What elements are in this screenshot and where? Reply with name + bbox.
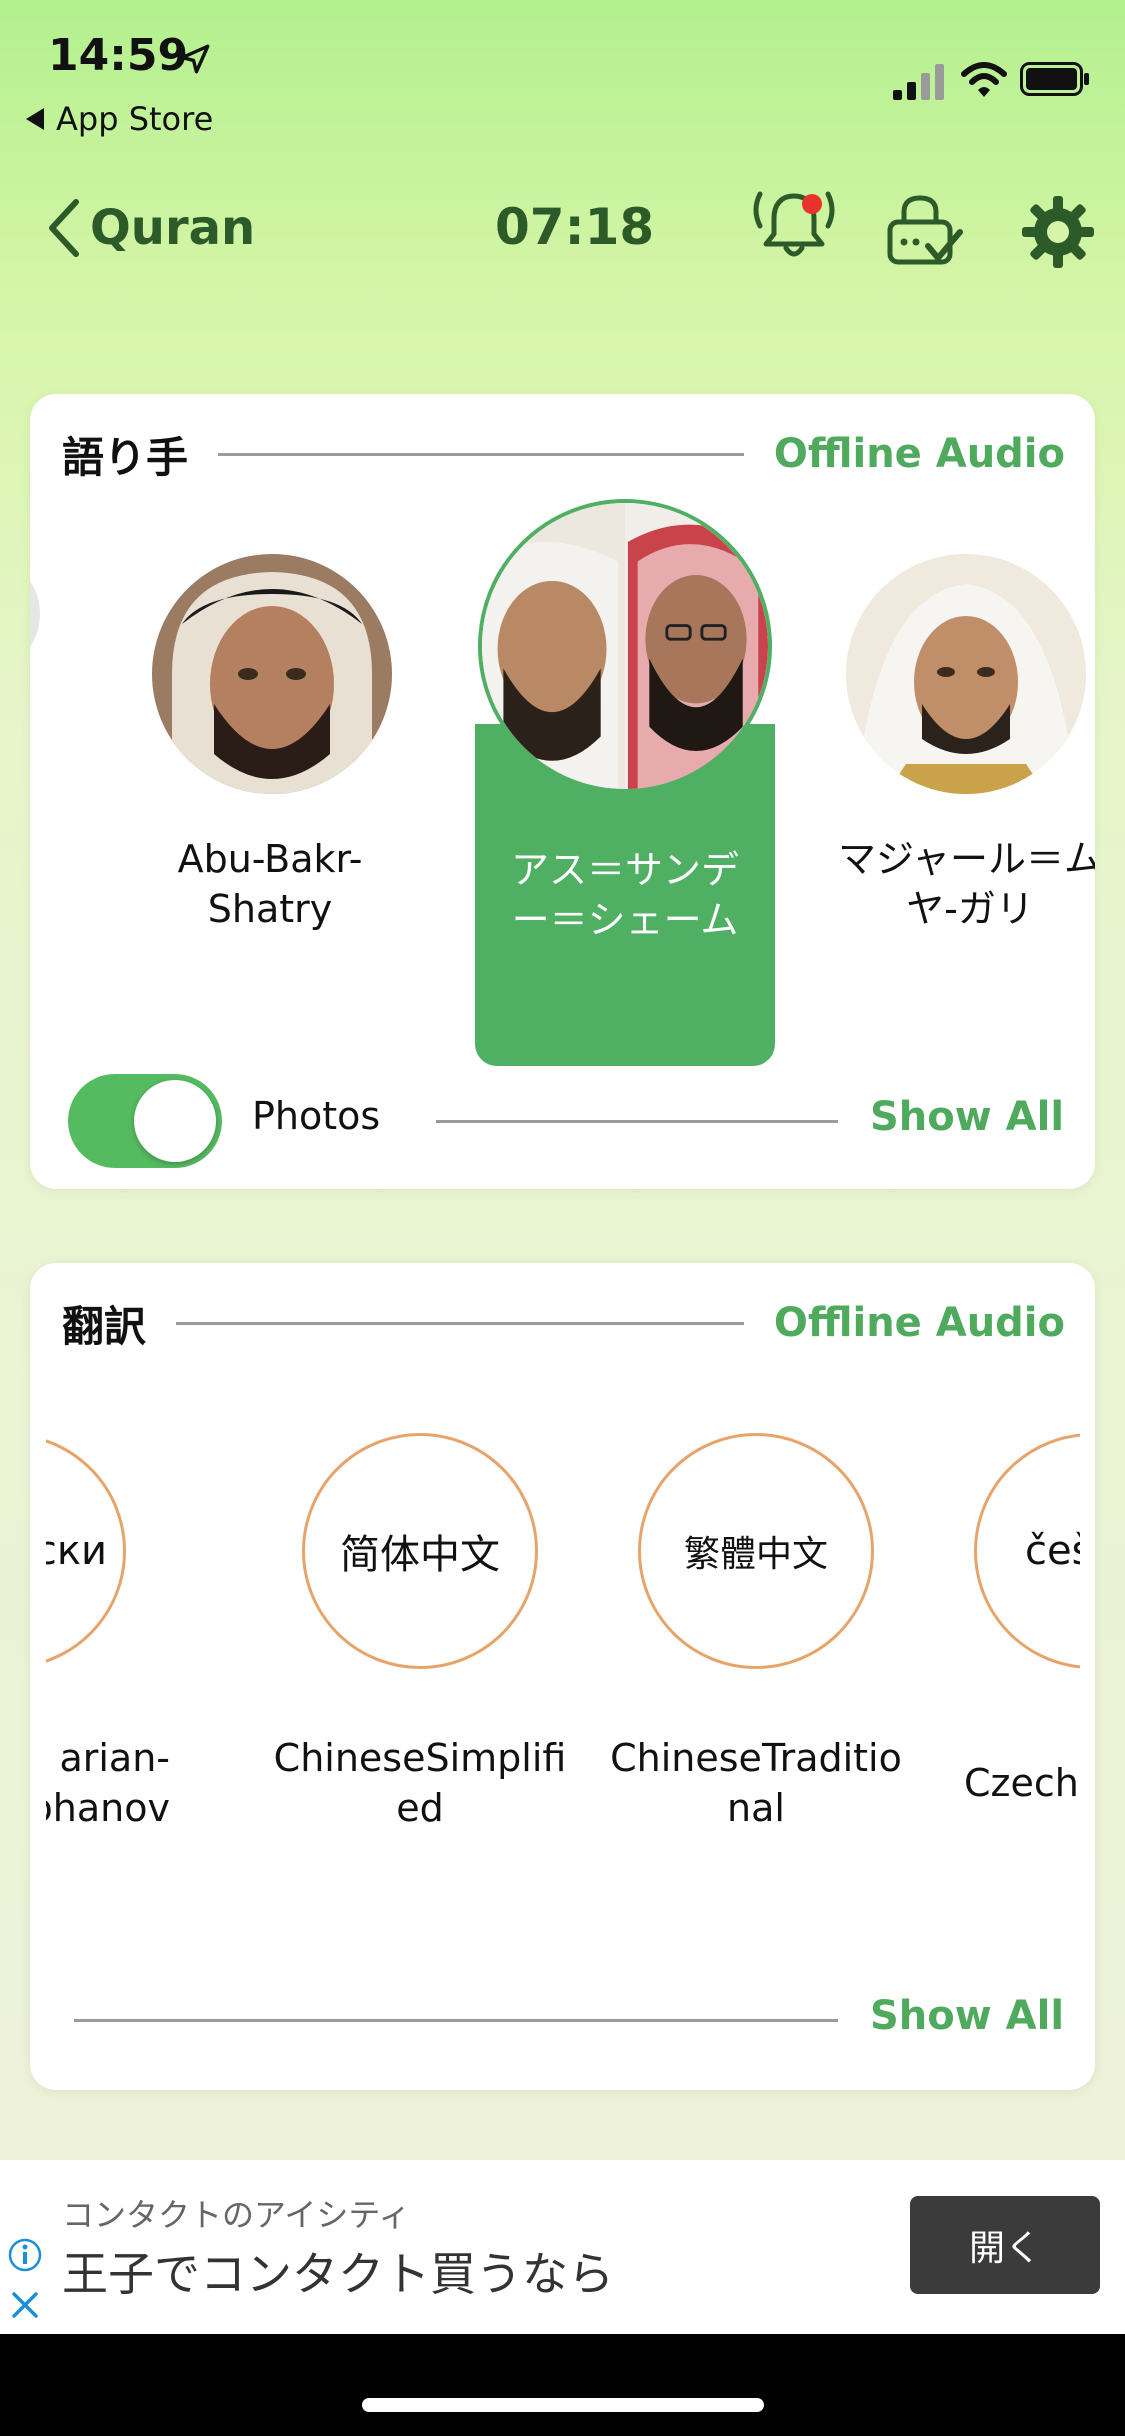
reciter-item[interactable]: マジャール＝ム ヤ-ガリ: [810, 554, 1095, 931]
language-circle[interactable]: češt: [974, 1433, 1080, 1669]
chevron-left-icon: [49, 199, 79, 257]
toggle-knob: [134, 1080, 216, 1162]
language-circle[interactable]: арски: [46, 1433, 126, 1669]
header-divider: [176, 1321, 744, 1325]
photos-toggle[interactable]: [68, 1074, 222, 1168]
reciter-item[interactable]: Abu-Bakr- Shatry: [130, 554, 410, 931]
reciter-item-selected[interactable]: アス＝サンデ ー＝シェーム: [475, 499, 775, 1066]
language-circle[interactable]: 繁體中文: [638, 1433, 874, 1669]
location-arrow-icon: [180, 44, 210, 74]
home-indicator[interactable]: [362, 2398, 764, 2412]
reciters-card: 語り手 Offline Audio Abu-Bakr- Shatry アス＝サン…: [30, 394, 1095, 1189]
offline-audio-link[interactable]: Offline Audio: [774, 1300, 1065, 1346]
back-triangle-icon: [26, 108, 44, 130]
reciter-name: Abu-Bakr- Shatry: [177, 837, 363, 931]
nav-back-label: Quran: [90, 200, 256, 256]
reciters-title: 語り手: [62, 432, 189, 482]
translations-title: 翻訳: [62, 1301, 147, 1351]
gear-icon[interactable]: [1022, 196, 1094, 268]
wifi-icon: [961, 62, 1007, 97]
info-icon[interactable]: [8, 2238, 42, 2272]
ad-title[interactable]: 王子でコンタクト買うなら: [62, 2238, 614, 2304]
reciter-name: アス＝サンデ ー＝シェーム: [510, 848, 739, 942]
photos-label: Photos: [252, 1094, 381, 1138]
language-name: arian- ohanov: [46, 1736, 170, 1830]
lock-check-icon[interactable]: [884, 192, 964, 270]
back-to-app-store[interactable]: App Store: [26, 100, 213, 138]
languages-scroller[interactable]: арски arian- ohanov 简体中文 ChineseSimplifi…: [46, 1433, 1080, 1853]
language-circle[interactable]: 简体中文: [302, 1433, 538, 1669]
show-all-translations-button[interactable]: Show All: [870, 1993, 1064, 2039]
nav-back-button[interactable]: Quran: [44, 196, 255, 260]
home-bar-area: [0, 2334, 1125, 2436]
sleep-timer[interactable]: 07:18: [495, 198, 654, 256]
language-name: ChineseTraditio nal: [610, 1736, 902, 1830]
reciter-partial-left[interactable]: [30, 554, 40, 674]
close-icon[interactable]: [10, 2290, 40, 2320]
row-divider: [74, 2019, 838, 2022]
show-all-reciters-button[interactable]: Show All: [870, 1094, 1064, 1140]
back-app-label: App Store: [56, 100, 214, 138]
ad-banner[interactable]: コンタクトのアイシティ 王子でコンタクト買うなら 開く: [0, 2160, 1125, 2334]
translations-header: 翻訳 Offline Audio: [62, 1293, 1065, 1353]
row-divider: [436, 1120, 838, 1123]
reciters-header: 語り手 Offline Audio: [62, 424, 1065, 484]
reciter-name: マジャール＝ム ヤ-ガリ: [837, 837, 1095, 931]
translations-card: 翻訳 Offline Audio арски arian- ohanov 简体中…: [30, 1263, 1095, 2090]
battery-icon: [1020, 62, 1089, 96]
signal-icon: [893, 64, 944, 100]
language-name: Czech-: [964, 1761, 1080, 1805]
offline-audio-link[interactable]: Offline Audio: [774, 431, 1065, 477]
reciter-photo: [846, 554, 1086, 794]
reciter-photo: [152, 554, 392, 794]
header-divider: [218, 452, 744, 456]
language-name: ChineseSimplifi ed: [273, 1736, 567, 1830]
reciter-photo: [478, 499, 772, 793]
ad-subtitle: コンタクトのアイシティ: [62, 2196, 411, 2234]
status-time: 14:59: [48, 30, 189, 81]
bell-icon[interactable]: [748, 184, 840, 264]
ad-open-button[interactable]: 開く: [910, 2196, 1100, 2294]
